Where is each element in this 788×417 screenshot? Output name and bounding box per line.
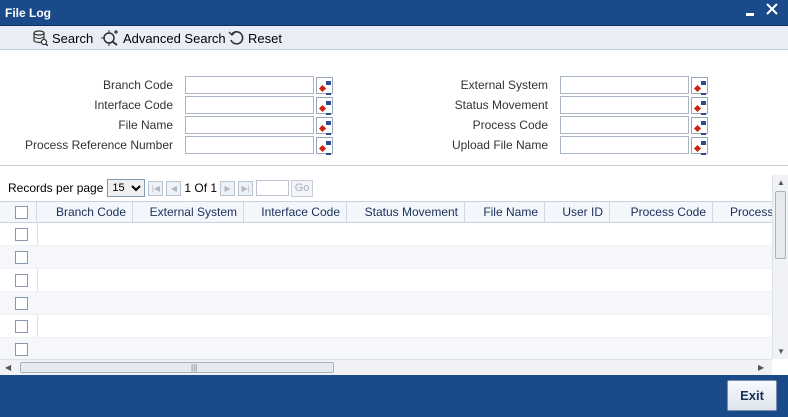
page-info: 1 Of 1 xyxy=(184,181,218,195)
exit-button[interactable]: Exit xyxy=(727,380,777,411)
toolbar: Search Advanced Search Reset xyxy=(0,26,788,50)
external-system-input[interactable] xyxy=(560,76,689,94)
upload-file-name-input[interactable] xyxy=(560,136,689,154)
results-table: Branch Code External System Interface Co… xyxy=(0,201,772,359)
field-process-code: Process Code xyxy=(360,116,720,135)
col-file-name[interactable]: File Name xyxy=(465,202,545,222)
table-row[interactable] xyxy=(0,338,772,359)
window-titlebar: File Log xyxy=(0,0,788,26)
row-checkbox[interactable] xyxy=(15,274,28,287)
process-code-input[interactable] xyxy=(560,116,689,134)
col-interface-code[interactable]: Interface Code xyxy=(244,202,347,222)
previous-page-icon[interactable]: ◀ xyxy=(166,180,182,196)
pager: Records per page 15 |◀ ◀ 1 Of 1 ▶ ▶| Go xyxy=(0,175,772,201)
field-status-movement: Status Movement xyxy=(360,96,720,115)
interface-code-lov-icon[interactable] xyxy=(316,97,333,115)
select-all-checkbox[interactable] xyxy=(15,206,28,219)
col-process[interactable]: Process xyxy=(713,202,772,222)
scroll-left-icon[interactable]: ◀ xyxy=(5,363,11,372)
col-user-id[interactable]: User ID xyxy=(545,202,610,222)
upload-file-name-label: Upload File Name xyxy=(451,138,548,152)
advanced-search-icon xyxy=(101,30,118,46)
table-row[interactable] xyxy=(0,315,772,338)
process-code-lov-icon[interactable] xyxy=(691,117,708,135)
select-all-header xyxy=(0,202,37,222)
row-checkbox[interactable] xyxy=(15,228,28,241)
reset-label: Reset xyxy=(248,30,282,46)
external-system-lov-icon[interactable] xyxy=(691,77,708,95)
table-row[interactable] xyxy=(0,269,772,292)
first-page-icon[interactable]: |◀ xyxy=(148,180,164,196)
process-code-label: Process Code xyxy=(472,118,548,132)
last-page-icon[interactable]: ▶| xyxy=(238,180,254,196)
minimize-icon[interactable] xyxy=(742,6,758,22)
page-number-input[interactable] xyxy=(256,180,290,196)
row-checkbox[interactable] xyxy=(15,320,28,333)
external-system-label: External System xyxy=(460,78,548,92)
results-grid: Records per page 15 |◀ ◀ 1 Of 1 ▶ ▶| Go … xyxy=(0,175,788,375)
reset-icon xyxy=(228,31,244,45)
table-rows xyxy=(0,223,772,359)
row-checkbox[interactable] xyxy=(15,251,28,264)
horizontal-scrollbar[interactable]: ◀ ||| ▶ xyxy=(0,359,772,375)
branch-code-input[interactable] xyxy=(185,76,314,94)
field-interface-code: Interface Code xyxy=(0,96,340,115)
search-label: Search xyxy=(52,30,94,46)
field-file-name: File Name xyxy=(0,116,340,135)
table-row[interactable] xyxy=(0,246,772,269)
vertical-scrollbar[interactable]: ▲ ▼ xyxy=(772,175,788,359)
close-icon[interactable] xyxy=(764,2,780,18)
table-row[interactable] xyxy=(0,223,772,246)
scroll-up-icon[interactable]: ▲ xyxy=(777,178,785,187)
advanced-search-label: Advanced Search xyxy=(123,30,226,46)
row-checkbox[interactable] xyxy=(15,343,28,356)
scroll-down-icon[interactable]: ▼ xyxy=(777,347,785,356)
file-name-lov-icon[interactable] xyxy=(316,117,333,135)
records-per-page-label: Records per page xyxy=(8,181,104,195)
footer-bar: Exit xyxy=(0,375,788,417)
field-branch-code: Branch Code xyxy=(0,76,340,95)
col-status-movement[interactable]: Status Movement xyxy=(347,202,465,222)
status-movement-label: Status Movement xyxy=(454,98,548,112)
process-reference-number-input[interactable] xyxy=(185,136,314,154)
advanced-search-button[interactable]: Advanced Search xyxy=(101,29,226,47)
next-page-icon[interactable]: ▶ xyxy=(220,180,236,196)
records-per-page-select[interactable]: 15 xyxy=(107,179,146,197)
field-upload-file-name: Upload File Name xyxy=(360,136,720,155)
upload-file-name-lov-icon[interactable] xyxy=(691,137,708,155)
file-name-label: File Name xyxy=(118,118,173,132)
table-header: Branch Code External System Interface Co… xyxy=(0,201,772,223)
process-reference-number-lov-icon[interactable] xyxy=(316,137,333,155)
table-row[interactable] xyxy=(0,292,772,315)
field-external-system: External System xyxy=(360,76,720,95)
search-icon xyxy=(33,30,48,46)
status-movement-lov-icon[interactable] xyxy=(691,97,708,115)
status-movement-input[interactable] xyxy=(560,96,689,114)
col-external-system[interactable]: External System xyxy=(133,202,244,222)
col-branch-code[interactable]: Branch Code xyxy=(37,202,133,222)
search-form: Branch Code Interface Code File Name Pro… xyxy=(0,50,788,166)
interface-code-label: Interface Code xyxy=(94,98,173,112)
process-reference-number-label: Process Reference Number xyxy=(24,138,173,152)
vertical-scroll-thumb[interactable] xyxy=(775,191,786,259)
go-button[interactable]: Go xyxy=(291,179,314,197)
branch-code-label: Branch Code xyxy=(102,78,173,92)
search-button[interactable]: Search xyxy=(32,29,93,47)
interface-code-input[interactable] xyxy=(185,96,314,114)
branch-code-lov-icon[interactable] xyxy=(316,77,333,95)
file-name-input[interactable] xyxy=(185,116,314,134)
window-title: File Log xyxy=(5,6,51,20)
field-process-reference-number: Process Reference Number xyxy=(0,136,340,155)
row-checkbox[interactable] xyxy=(15,297,28,310)
scroll-right-icon[interactable]: ▶ xyxy=(758,363,764,372)
horizontal-scroll-thumb[interactable]: ||| xyxy=(20,362,334,373)
reset-button[interactable]: Reset xyxy=(228,29,282,47)
col-process-code[interactable]: Process Code xyxy=(610,202,713,222)
